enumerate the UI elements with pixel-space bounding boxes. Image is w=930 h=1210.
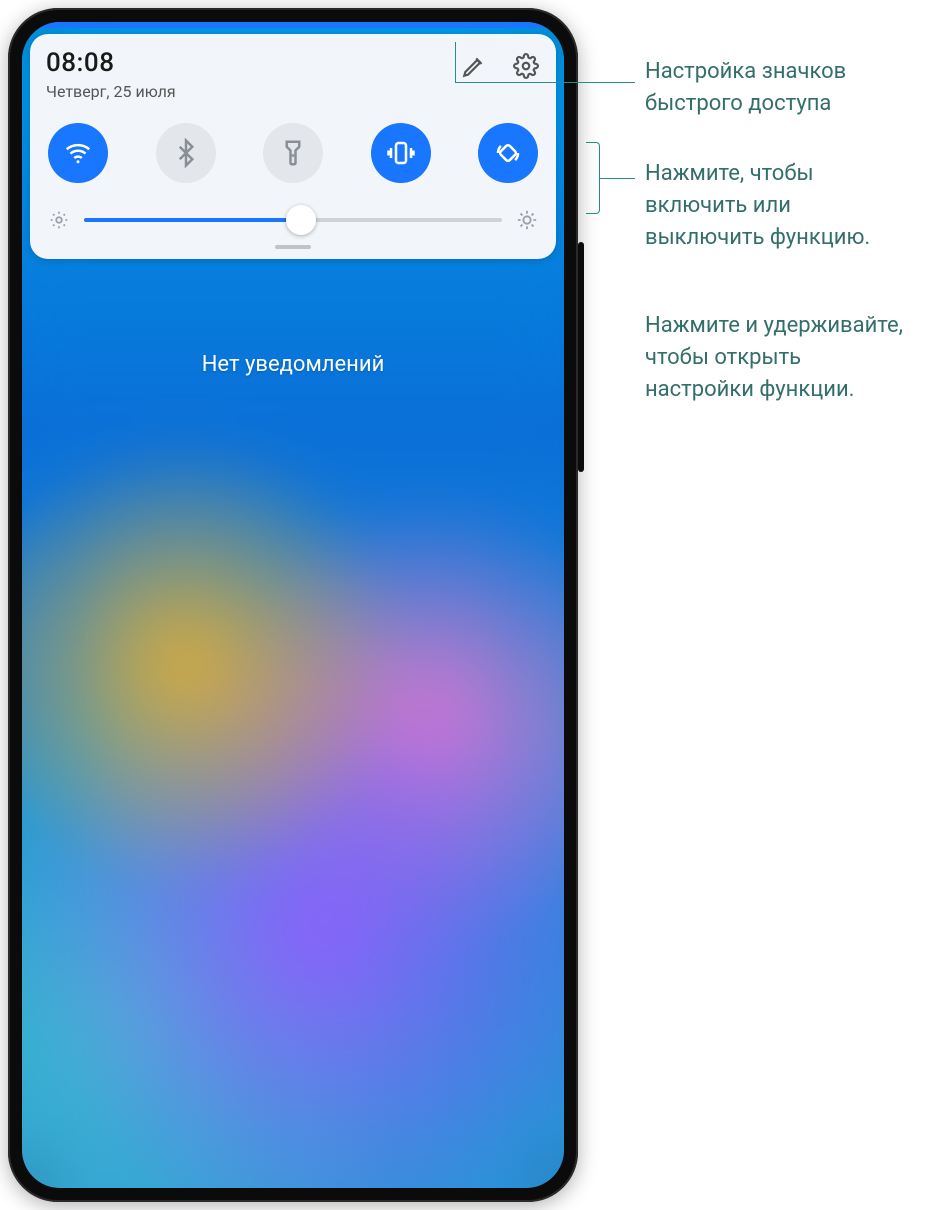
brightness-high-icon (516, 209, 538, 231)
panel-drag-handle[interactable] (275, 245, 311, 249)
callout-line (455, 82, 635, 83)
annotation-toggle-tap: Нажмите, чтобы включить или выключить фу… (645, 158, 915, 254)
edit-icon (461, 53, 487, 79)
annotation-toggle-hold: Нажмите и удерживайте, чтобы открыть нас… (645, 310, 915, 406)
autorotate-icon (493, 138, 523, 168)
toggle-wifi[interactable] (48, 123, 108, 183)
vibrate-icon (386, 138, 416, 168)
flashlight-icon (278, 138, 308, 168)
brightness-thumb[interactable] (286, 205, 316, 235)
phone-frame: 08:08 Четверг, 25 июля (8, 8, 578, 1202)
toggle-autorotate[interactable] (478, 123, 538, 183)
quick-settings-panel: 08:08 Четверг, 25 июля (30, 34, 556, 259)
header-actions (460, 48, 540, 80)
brightness-fill (84, 218, 301, 222)
callout-line (455, 42, 456, 82)
status-bar-accent (22, 22, 564, 28)
no-notifications-text: Нет уведомлений (22, 352, 564, 377)
clock-date: Четверг, 25 июля (46, 82, 176, 101)
toggle-vibrate[interactable] (371, 123, 431, 183)
edit-quick-settings-button[interactable] (460, 52, 488, 80)
wifi-icon (63, 138, 93, 168)
brightness-row (46, 209, 540, 231)
annotation-edit-hint: Настройка значков быстрого доступа (645, 56, 915, 120)
panel-header: 08:08 Четверг, 25 июля (46, 48, 540, 101)
clock-time: 08:08 (46, 48, 176, 78)
brightness-slider[interactable] (84, 218, 502, 222)
gear-icon (513, 53, 539, 79)
callout-bracket (586, 142, 600, 214)
phone-screen: 08:08 Четверг, 25 июля (22, 22, 564, 1188)
toggle-bluetooth[interactable] (156, 123, 216, 183)
brightness-low-icon (48, 209, 70, 231)
settings-button[interactable] (512, 52, 540, 80)
time-block: 08:08 Четверг, 25 июля (46, 48, 176, 101)
toggle-flashlight[interactable] (263, 123, 323, 183)
callout-line (600, 178, 635, 179)
bluetooth-icon (171, 138, 201, 168)
quick-toggles-row (46, 123, 540, 183)
